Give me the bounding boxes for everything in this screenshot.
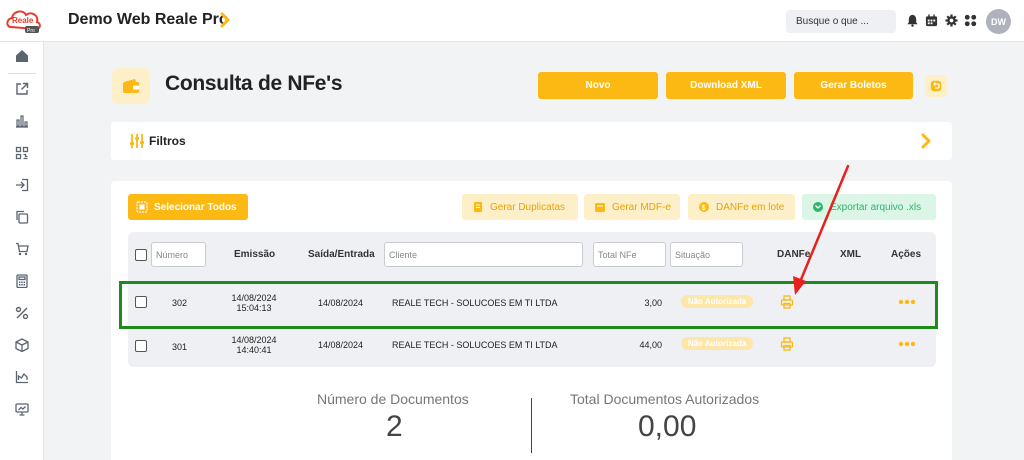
- page-title: Consulta de NFe's: [165, 72, 343, 95]
- table-row[interactable]: 301 14/08/2024 14:40:41 14/08/2024 REALE…: [128, 326, 936, 367]
- chevron-right-icon[interactable]: [921, 133, 931, 149]
- bar-chart-icon[interactable]: [15, 114, 29, 128]
- status-badge: Não Autorizada: [681, 337, 753, 350]
- page-icon-box: [112, 68, 150, 104]
- percent-icon[interactable]: [15, 306, 29, 320]
- home-icon[interactable]: [15, 49, 29, 63]
- area-chart-icon[interactable]: [15, 370, 29, 384]
- undo-icon: [930, 80, 942, 92]
- user-avatar[interactable]: DW: [986, 9, 1011, 34]
- exportar-xls-button[interactable]: Exportar arquivo .xls: [802, 194, 936, 220]
- sidebar-divider: [8, 73, 36, 74]
- numero-filter-input[interactable]: [151, 242, 206, 267]
- exportar-xls-label: Exportar arquivo .xls: [830, 202, 922, 213]
- header-acoes: Ações: [891, 249, 922, 260]
- gerar-mdfe-label: Gerar MDF-e: [612, 202, 671, 213]
- spreadsheet-icon: [813, 202, 823, 212]
- calculator-icon[interactable]: [15, 274, 29, 288]
- highlight-box: [119, 281, 938, 329]
- header-emissao[interactable]: Emissão: [234, 249, 275, 260]
- qr-scan-icon[interactable]: [15, 146, 29, 160]
- danfe-lote-button[interactable]: $ DANFe em lote: [688, 194, 795, 220]
- cell-numero: 301: [172, 342, 188, 352]
- gerar-mdfe-button[interactable]: Gerar MDF-e: [584, 194, 680, 220]
- summary-divider: [531, 398, 532, 453]
- situacao-filter-input[interactable]: [670, 242, 743, 267]
- total-autorizados-value: 0,00: [638, 410, 697, 443]
- box-icon[interactable]: [15, 338, 29, 352]
- cell-cliente: REALE TECH - SOLUCOES EM TI LTDA: [392, 340, 558, 350]
- more-actions-icon[interactable]: [898, 341, 916, 347]
- row-checkbox[interactable]: [135, 340, 147, 352]
- external-link-icon[interactable]: [15, 82, 29, 96]
- sliders-icon: [130, 134, 144, 148]
- select-all-button[interactable]: Selecionar Todos: [128, 194, 248, 220]
- gerar-boletos-button[interactable]: Gerar Boletos: [794, 72, 913, 99]
- cliente-filter-input[interactable]: [384, 242, 583, 267]
- search-input[interactable]: [786, 10, 896, 33]
- document-icon: [474, 202, 482, 212]
- truck-icon: [595, 203, 605, 212]
- gear-icon[interactable]: [945, 14, 958, 27]
- header-danfe: DANFe: [777, 249, 811, 260]
- coin-icon: $: [699, 202, 709, 212]
- calendar-icon[interactable]: [925, 14, 938, 27]
- apps-grid-icon[interactable]: [964, 14, 977, 27]
- app-title[interactable]: Demo Web Reale Pro: [68, 11, 229, 29]
- copy-icon[interactable]: [15, 210, 29, 224]
- printer-icon[interactable]: [780, 337, 794, 351]
- gerar-duplicatas-button[interactable]: Gerar Duplicatas: [462, 194, 578, 220]
- total-autorizados-label: Total Documentos Autorizados: [570, 391, 760, 407]
- back-button[interactable]: [925, 75, 947, 97]
- header-xml: XML: [840, 249, 862, 260]
- filters-panel[interactable]: Filtros: [111, 122, 952, 160]
- svg-text:$: $: [702, 205, 706, 212]
- danfe-lote-label: DANFe em lote: [716, 202, 785, 213]
- cart-icon[interactable]: [15, 242, 29, 256]
- gerar-duplicatas-label: Gerar Duplicatas: [490, 202, 566, 213]
- header-saida-entrada[interactable]: Saída/Entrada: [308, 249, 375, 260]
- download-xml-button[interactable]: Download XML: [666, 72, 786, 99]
- chevron-right-icon[interactable]: [220, 12, 230, 28]
- select-all-checkbox[interactable]: [135, 249, 147, 261]
- cell-total: 44,00: [639, 340, 662, 350]
- sidebar: [0, 42, 44, 460]
- num-docs-value: 2: [386, 410, 403, 443]
- login-icon[interactable]: [15, 178, 29, 192]
- num-docs-label: Número de Documentos: [317, 391, 469, 407]
- reale-logo[interactable]: Reale Pro: [5, 5, 43, 35]
- select-all-label: Selecionar Todos: [154, 202, 237, 213]
- novo-button[interactable]: Novo: [538, 72, 658, 99]
- presentation-icon[interactable]: [15, 402, 29, 416]
- top-bar: Reale Pro Demo Web Reale Pro DW: [0, 0, 1024, 42]
- filters-label: Filtros: [149, 134, 186, 148]
- total-filter-input[interactable]: [593, 242, 666, 267]
- bell-icon[interactable]: [906, 14, 919, 27]
- logo-text: Reale: [12, 16, 34, 25]
- cell-emissao-date: 14/08/2024: [231, 335, 277, 345]
- wallet-icon: [123, 79, 139, 93]
- select-all-icon: [136, 201, 148, 213]
- logo-sub: Pro: [27, 28, 35, 34]
- cell-emissao-time: 14:40:41: [236, 345, 272, 355]
- cell-saida: 14/08/2024: [318, 340, 364, 350]
- cell-emissao: 14/08/2024 14:40:41: [224, 335, 284, 355]
